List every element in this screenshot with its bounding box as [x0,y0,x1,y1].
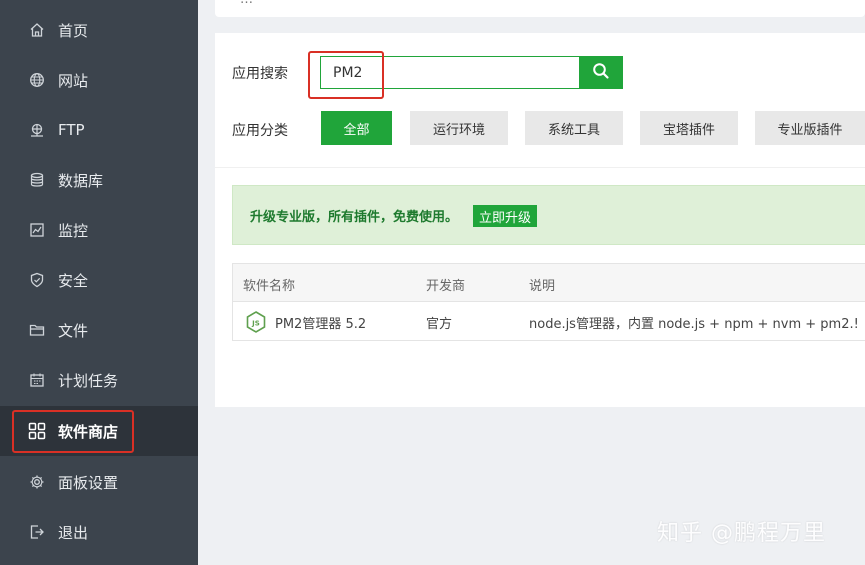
search-button[interactable] [579,56,623,89]
software-developer: 官方 [426,317,453,332]
divider [215,167,865,168]
app-store-panel: 应用搜索 应用分类 全部 运行环境 系统工具 宝塔插件 专业版插件 升级专业版，… [215,33,865,407]
monitor-icon [28,221,46,239]
sidebar-item-label: FTP [58,121,85,139]
sidebar-item-label: 首页 [58,21,89,40]
sidebar-item-store[interactable]: 软件商店 [0,406,198,456]
sidebar-item-home[interactable]: 首页 [0,5,198,55]
sidebar: 首页 网站 FTP 数据库 监控 安全 文件 计划任务 软件商店 面板设置 退出 [0,0,198,565]
database-icon [28,171,46,189]
sidebar-item-label: 退出 [58,523,89,542]
upgrade-banner: 升级专业版，所有插件，免费使用。 立即升级 [232,185,865,245]
header-description: 说明 [529,279,556,294]
sidebar-item-security[interactable]: 安全 [0,255,198,305]
zhihu-watermark: 知乎 @鹏程万里 [657,521,826,546]
ftp-icon [28,121,46,139]
software-description: node.js管理器，内置 node.js + npm + nvm + pm2.… [529,317,859,332]
upgrade-banner-text: 升级专业版，所有插件，免费使用。 [250,209,459,225]
software-table: 软件名称 开发商 说明 JS PM2管理器 5.2 官方 node.js管理器，… [232,263,865,341]
header-name: 软件名称 [243,279,296,294]
search-icon [592,62,610,84]
gear-icon [28,473,46,491]
software-name: PM2管理器 5.2 [275,317,367,332]
sidebar-item-label: 面板设置 [58,473,119,492]
sidebar-item-files[interactable]: 文件 [0,305,198,355]
search-input[interactable] [320,56,580,89]
category-label: 应用分类 [232,123,288,139]
calendar-icon [28,371,46,389]
search-label: 应用搜索 [232,66,288,82]
shield-icon [28,271,46,289]
category-bt-plugins-button[interactable]: 宝塔插件 [640,111,738,145]
sidebar-item-label: 文件 [58,321,89,340]
sidebar-item-settings[interactable]: 面板设置 [0,457,198,507]
table-header: 软件名称 开发商 说明 [233,264,865,302]
nodejs-icon: JS [246,311,266,333]
top-card-text: … [240,0,253,7]
top-card: … [215,0,865,17]
sidebar-item-cron[interactable]: 计划任务 [0,355,198,405]
sidebar-item-database[interactable]: 数据库 [0,155,198,205]
sidebar-item-label: 监控 [58,221,89,240]
folder-icon [28,321,46,339]
sidebar-item-label: 数据库 [58,171,104,190]
header-developer: 开发商 [426,279,466,294]
svg-text:JS: JS [251,320,260,328]
category-all-button[interactable]: 全部 [321,111,392,145]
home-icon [28,21,46,39]
sidebar-item-label: 网站 [58,71,89,90]
sidebar-item-label: 计划任务 [58,371,119,390]
logout-icon [28,523,46,541]
category-system-tools-button[interactable]: 系统工具 [525,111,623,145]
sidebar-item-label: 安全 [58,271,89,290]
sidebar-item-logout[interactable]: 退出 [0,507,198,557]
sidebar-item-website[interactable]: 网站 [0,55,198,105]
category-runtime-button[interactable]: 运行环境 [410,111,508,145]
grid-icon [28,422,46,440]
upgrade-now-button[interactable]: 立即升级 [473,205,538,227]
table-row[interactable]: JS PM2管理器 5.2 官方 node.js管理器，内置 node.js +… [233,302,865,342]
category-pro-plugins-button[interactable]: 专业版插件 [755,111,865,145]
sidebar-item-monitor[interactable]: 监控 [0,205,198,255]
globe-icon [28,71,46,89]
sidebar-item-ftp[interactable]: FTP [0,105,198,155]
sidebar-item-label: 软件商店 [58,422,119,441]
